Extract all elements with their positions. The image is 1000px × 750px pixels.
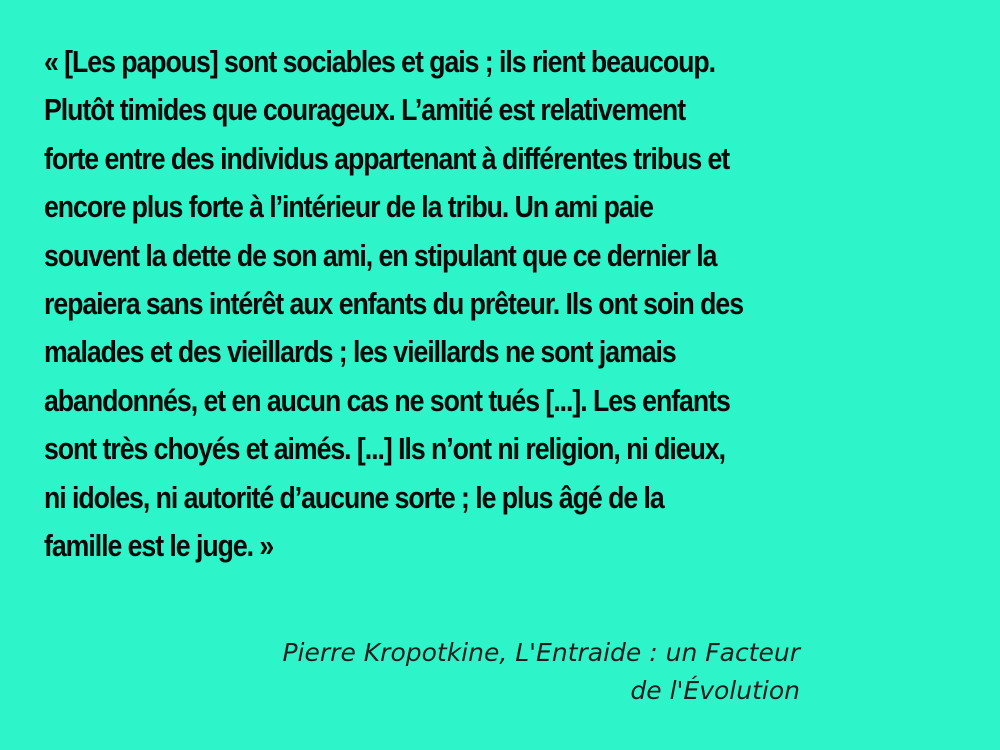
quote-line: souvent la dette de son ami, en stipulan… xyxy=(44,237,717,273)
quote-line: forte entre des individus appartenant à … xyxy=(44,140,730,176)
quote-line: sont très choyés et aimés. [...] Ils n’o… xyxy=(44,431,726,467)
attribution: Pierre Kropotkine, L'Entraide : un Facte… xyxy=(180,634,800,710)
attribution-author-title: Pierre Kropotkine, L'Entraide : un Facte… xyxy=(282,638,800,667)
quote-text: « [Les papous] sont sociables et gais ; … xyxy=(44,38,974,570)
attribution-title-continued: de l'Évolution xyxy=(630,676,800,705)
quote-line: famille est le juge. » xyxy=(44,528,274,564)
quote-line: repaiera sans intérêt aux enfants du prê… xyxy=(44,286,744,322)
quote-line: malades et des vieillards ; les vieillar… xyxy=(44,334,677,370)
quote-line: Plutôt timides que courageux. L’amitié e… xyxy=(44,92,686,128)
quote-line: « [Les papous] sont sociables et gais ; … xyxy=(44,44,716,79)
slide: « [Les papous] sont sociables et gais ; … xyxy=(0,0,1000,750)
quote-line: abandonnés, et en aucun cas ne sont tués… xyxy=(44,382,731,418)
quote-line: ni idoles, ni autorité d’aucune sorte ; … xyxy=(44,479,665,515)
quote-line: encore plus forte à l’intérieur de la tr… xyxy=(44,189,654,225)
